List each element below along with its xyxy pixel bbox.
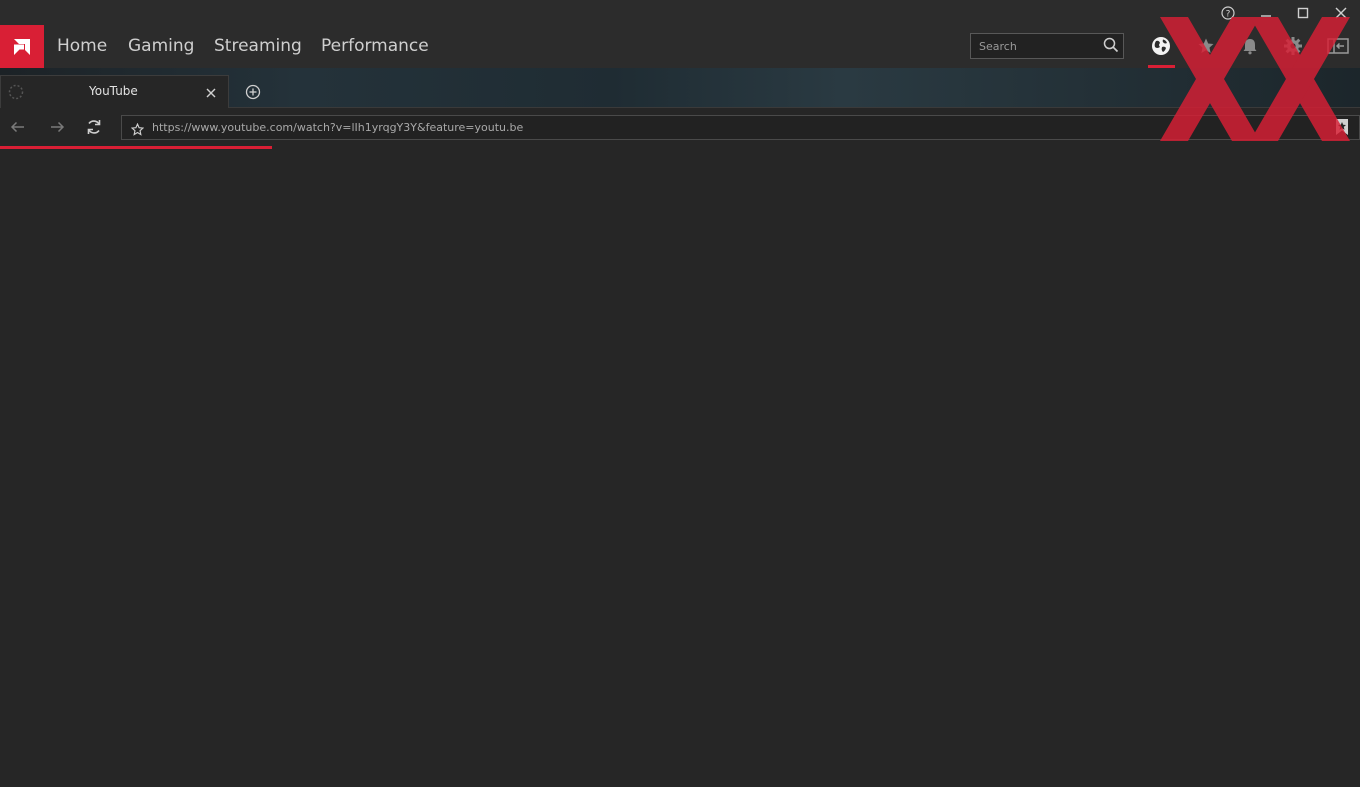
favorite-star-icon[interactable] [130,121,145,140]
nav-streaming[interactable]: Streaming [214,36,302,56]
top-navigation: Home Gaming Streaming Performance [0,25,1360,68]
svg-text:?: ? [1226,10,1231,20]
sidebar-toggle-icon[interactable] [1325,33,1351,59]
forward-button[interactable] [48,118,66,136]
close-window-button[interactable] [1331,3,1351,23]
address-bar[interactable]: https://www.youtube.com/watch?v=lIh1yrqg… [121,115,1360,140]
bookmarks-icon[interactable] [1334,118,1350,140]
amd-logo-icon[interactable] [0,25,44,68]
url-text[interactable]: https://www.youtube.com/watch?v=lIh1yrqg… [152,121,523,134]
minimize-button[interactable] [1256,3,1276,23]
reload-button[interactable] [85,118,103,136]
tab-youtube[interactable]: YouTube [0,75,229,108]
nav-performance[interactable]: Performance [321,36,429,56]
nav-home[interactable]: Home [57,36,107,56]
load-progress-bar [0,146,272,149]
back-button[interactable] [9,118,27,136]
help-icon[interactable]: ? [1218,3,1238,23]
gear-icon[interactable] [1280,33,1306,59]
nav-gaming[interactable]: Gaming [128,36,194,56]
tab-title: YouTube [89,84,138,98]
new-tab-button[interactable] [243,82,263,102]
search-input[interactable] [979,38,1099,54]
url-bar: https://www.youtube.com/watch?v=lIh1yrqg… [0,108,1360,146]
tab-close-icon[interactable] [204,85,218,99]
globe-icon[interactable] [1148,33,1174,59]
search-icon[interactable] [1103,37,1119,57]
search-box [970,33,1124,59]
bell-icon[interactable] [1237,33,1263,59]
maximize-button[interactable] [1293,3,1313,23]
loading-spinner-icon [8,84,24,100]
star-icon[interactable] [1193,33,1219,59]
tab-strip: YouTube [0,68,1360,108]
title-bar: ? [0,0,1360,25]
